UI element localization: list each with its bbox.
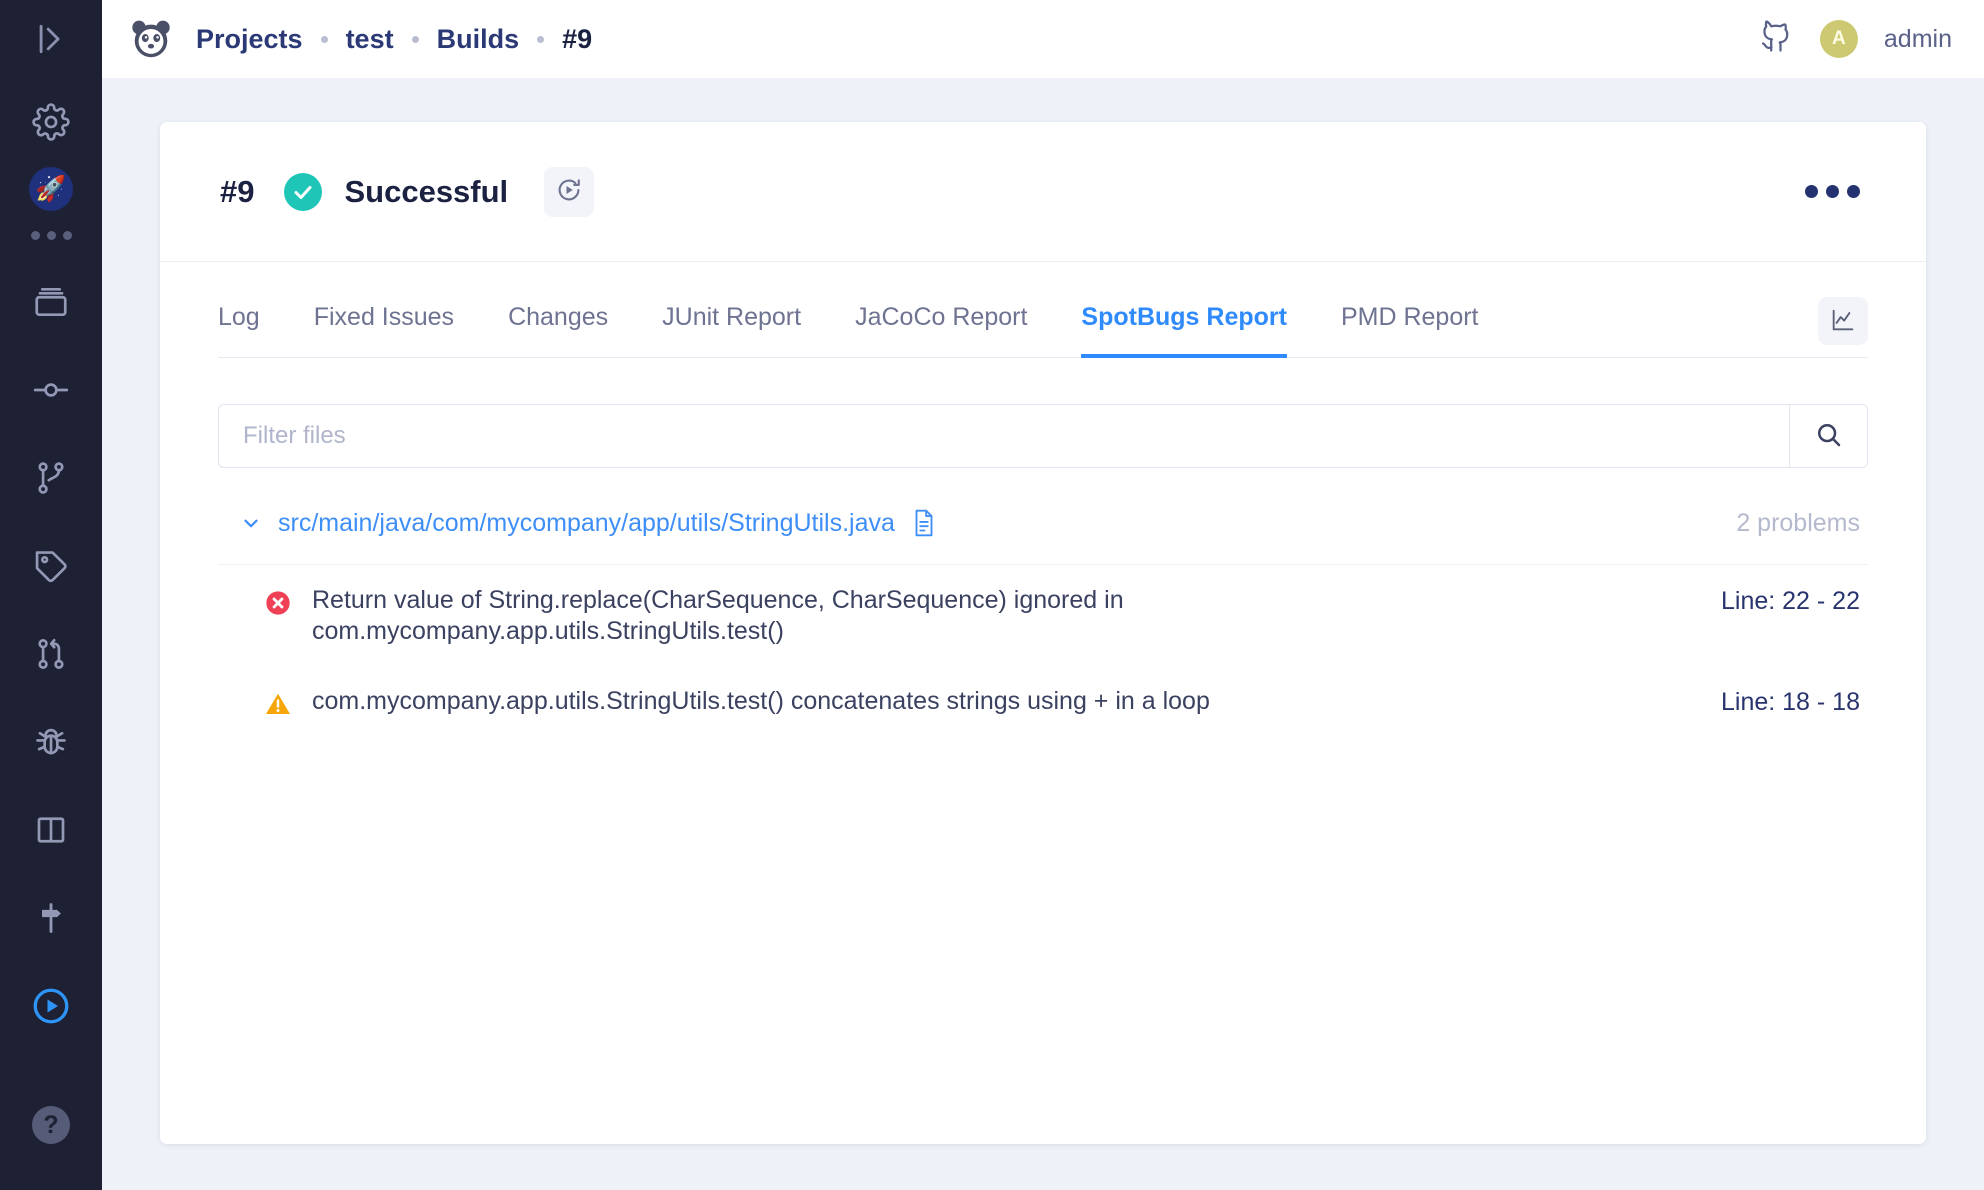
board-columns-icon <box>33 812 69 848</box>
collapse-panel-icon[interactable] <box>34 22 68 56</box>
tab-log[interactable]: Log <box>218 303 260 358</box>
spotbugs-results: src/main/java/com/mycompany/app/utils/St… <box>218 482 1868 1144</box>
sidebar-item-boards[interactable] <box>0 786 102 874</box>
chevron-down-icon[interactable] <box>240 512 262 534</box>
tab-changes[interactable]: Changes <box>508 303 608 358</box>
file-path-link[interactable]: src/main/java/com/mycompany/app/utils/St… <box>278 509 895 538</box>
breadcrumb-project-test[interactable]: test <box>346 24 394 55</box>
build-card-body: Log Fixed Issues Changes JUnit Report Ja… <box>160 262 1926 1144</box>
search-icon <box>1814 420 1844 453</box>
tab-junit-report[interactable]: JUnit Report <box>662 303 801 358</box>
line-chart-icon <box>1829 306 1857 337</box>
sidebar-item-milestones[interactable] <box>0 874 102 962</box>
breadcrumb-separator <box>537 35 545 43</box>
tag-icon <box>32 547 70 585</box>
content-area: #9 Successful Log Fixed Issues Changes J… <box>102 78 1984 1190</box>
rerun-icon <box>554 175 584 208</box>
filter-row <box>218 404 1868 468</box>
issue-line-range: Line: 22 - 22 <box>1721 587 1860 615</box>
issue-line-range: Line: 18 - 18 <box>1721 688 1860 716</box>
report-tabs: Log Fixed Issues Changes JUnit Report Ja… <box>218 262 1868 358</box>
issue-row[interactable]: com.mycompany.app.utils.StringUtils.test… <box>218 666 1868 738</box>
sidebar-item-help[interactable]: ? <box>0 1060 102 1190</box>
breadcrumb-separator <box>320 35 328 43</box>
app-root: 🚀 ? Projects test Builds #9 A admin #9 S… <box>0 0 1984 1190</box>
tab-pmd-report[interactable]: PMD Report <box>1341 303 1479 358</box>
ellipsis-horizontal-icon <box>1805 185 1818 198</box>
github-icon[interactable] <box>1758 19 1794 60</box>
ellipsis-icon <box>30 230 72 240</box>
issue-message: Return value of String.replace(CharSeque… <box>312 586 1124 645</box>
signpost-icon <box>33 900 69 936</box>
top-bar-right: A admin <box>1758 19 1952 60</box>
help-circle-icon: ? <box>32 1106 70 1144</box>
issue-row[interactable]: Return value of String.replace(CharSeque… <box>218 565 1868 666</box>
breadcrumb-separator <box>411 35 419 43</box>
panda-logo-icon[interactable] <box>128 16 174 62</box>
commit-node-icon <box>32 371 70 409</box>
sidebar-item-tags[interactable] <box>0 522 102 610</box>
problem-count-label: 2 problems <box>1736 508 1860 537</box>
tab-fixed-issues[interactable]: Fixed Issues <box>314 303 454 358</box>
play-circle-icon <box>30 985 72 1027</box>
sidebar-item-branches[interactable] <box>0 434 102 522</box>
error-circle-icon <box>264 589 294 617</box>
rocket-icon: 🚀 <box>29 167 73 211</box>
sidebar-collapse-row <box>0 0 102 78</box>
main-region: Projects test Builds #9 A admin #9 Succe… <box>102 0 1984 1190</box>
issue-message: com.mycompany.app.utils.StringUtils.test… <box>312 687 1210 715</box>
username-label[interactable]: admin <box>1884 25 1952 54</box>
breadcrumb-projects[interactable]: Projects <box>196 24 303 55</box>
build-card: #9 Successful Log Fixed Issues Changes J… <box>160 122 1926 1144</box>
check-circle-icon <box>284 172 323 211</box>
report-chart-button[interactable] <box>1818 297 1868 345</box>
sidebar-item-more[interactable] <box>0 212 102 258</box>
build-number: #9 <box>220 173 255 209</box>
sidebar-item-issues[interactable] <box>0 698 102 786</box>
sidebar-item-settings[interactable] <box>0 78 102 166</box>
warning-triangle-icon <box>264 690 294 718</box>
tab-jacoco-report[interactable]: JaCoCo Report <box>855 303 1027 358</box>
left-sidebar: 🚀 ? <box>0 0 102 1190</box>
build-status-label: Successful <box>344 173 509 209</box>
branch-icon <box>32 459 70 497</box>
gear-icon <box>32 103 70 141</box>
top-bar: Projects test Builds #9 A admin <box>102 0 1984 78</box>
breadcrumb-current-build: #9 <box>562 23 593 54</box>
breadcrumb: Projects test Builds #9 <box>196 24 592 55</box>
search-button[interactable] <box>1789 405 1867 467</box>
search-input[interactable] <box>219 405 1789 467</box>
rerun-build-button[interactable] <box>544 166 595 217</box>
file-row[interactable]: src/main/java/com/mycompany/app/utils/St… <box>218 482 1868 565</box>
sidebar-item-builds[interactable] <box>0 258 102 346</box>
sidebar-item-commits[interactable] <box>0 346 102 434</box>
breadcrumb-builds[interactable]: Builds <box>437 24 520 55</box>
build-menu-button[interactable] <box>1795 175 1870 208</box>
bug-icon <box>32 723 70 761</box>
file-document-icon[interactable] <box>911 508 937 538</box>
sidebar-item-run-job[interactable] <box>0 962 102 1050</box>
tab-spotbugs-report[interactable]: SpotBugs Report <box>1081 303 1287 358</box>
sidebar-item-project-avatar[interactable]: 🚀 <box>0 166 102 212</box>
build-card-header: #9 Successful <box>160 122 1926 262</box>
archive-box-icon <box>32 283 70 321</box>
avatar[interactable]: A <box>1819 20 1858 58</box>
pull-request-icon <box>32 635 70 673</box>
sidebar-item-pull-requests[interactable] <box>0 610 102 698</box>
filter-box <box>218 404 1868 468</box>
